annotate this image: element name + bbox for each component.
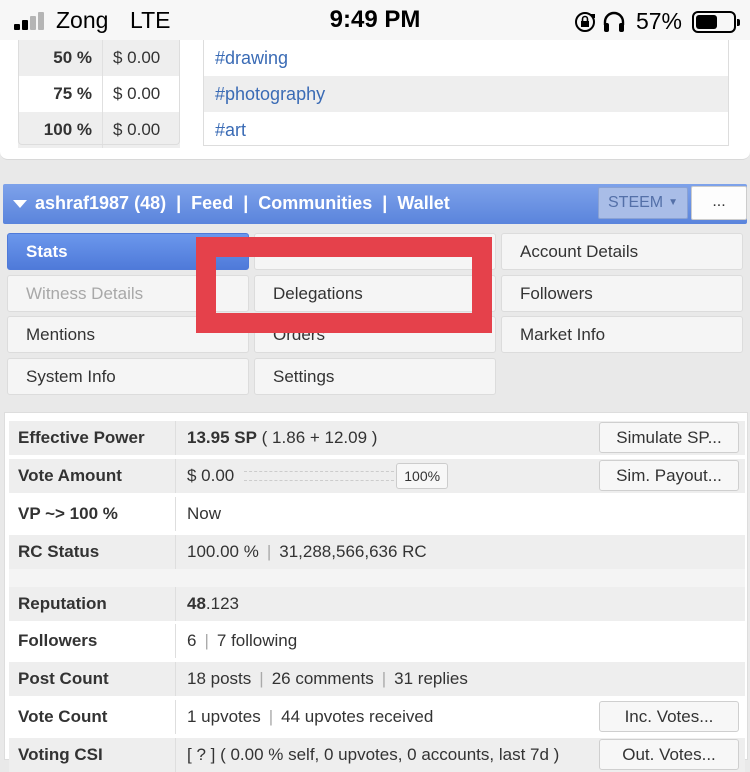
posts-count: 18 posts xyxy=(187,669,252,688)
payout-value: $ 0.00 xyxy=(102,76,160,112)
table-row: Reputation 48 .123 xyxy=(9,587,745,621)
select-arrow-icon: ▼ xyxy=(668,197,678,208)
following-count: 7 following xyxy=(216,631,298,650)
replies-count: 31 replies xyxy=(394,669,468,688)
currency-select[interactable]: STEEM ▼ xyxy=(598,187,688,219)
effective-power-detail: ( 1.86 + 12.09 ) xyxy=(256,428,378,447)
upvotes-count: 1 upvotes xyxy=(187,707,261,726)
rotation-lock-icon xyxy=(574,11,595,32)
payout-percent: 100 % xyxy=(43,120,92,139)
currency-select-value: STEEM xyxy=(608,194,664,211)
incoming-votes-button[interactable]: Inc. Votes... xyxy=(599,701,739,732)
rc-amount: 31,288,566,636 RC xyxy=(279,542,427,561)
tab-system-info[interactable]: System Info xyxy=(7,358,249,395)
sim-payout-button[interactable]: Sim. Payout... xyxy=(599,460,739,491)
simulate-sp-button[interactable]: Simulate SP... xyxy=(599,422,739,453)
payout-percent: 50 % xyxy=(53,48,92,67)
payout-row: 75 % $ 0.00 xyxy=(18,76,180,112)
table-row: Effective Power 13.95 SP ( 1.86 + 12.09 … xyxy=(9,421,745,455)
value-separator: | xyxy=(268,707,274,726)
row-label: Reputation xyxy=(9,587,176,621)
account-name-link[interactable]: ashraf1987 (48) xyxy=(35,193,166,214)
more-button[interactable]: ... xyxy=(691,186,747,220)
rc-percent: 100.00 % xyxy=(187,542,259,561)
tag-link-drawing[interactable]: #drawing xyxy=(204,40,728,76)
value-separator: | xyxy=(381,669,387,688)
nav-link-communities[interactable]: Communities xyxy=(258,193,372,214)
payout-row: 50 % $ 0.00 xyxy=(18,40,180,76)
nav-link-feed[interactable]: Feed xyxy=(191,193,233,214)
row-label: Vote Count xyxy=(9,700,176,734)
stats-table: Effective Power 13.95 SP ( 1.86 + 12.09 … xyxy=(4,412,748,772)
value-separator: | xyxy=(266,542,272,561)
row-label: Effective Power xyxy=(9,421,176,455)
tag-link-art[interactable]: #art xyxy=(204,112,728,148)
tab-market-info[interactable]: Market Info xyxy=(501,316,743,353)
table-row: RC Status 100.00 % | 31,288,566,636 RC xyxy=(9,535,745,569)
tag-list: #drawing #photography #art xyxy=(203,40,729,146)
caret-down-icon[interactable] xyxy=(13,200,27,208)
row-label: Voting CSI xyxy=(9,738,176,772)
table-row: Voting CSI [ ? ] ( 0.00 % self, 0 upvote… xyxy=(9,738,745,772)
followers-count: 6 xyxy=(187,631,197,650)
reputation-main: 48 xyxy=(187,594,206,613)
nav-link-wallet[interactable]: Wallet xyxy=(397,193,449,214)
row-label: Post Count xyxy=(9,662,176,696)
value-separator: | xyxy=(259,669,264,688)
tab-followers[interactable]: Followers xyxy=(501,275,743,312)
table-row: VP ~> 100 % Now xyxy=(9,497,745,531)
table-row: Post Count 18 posts | 26 comments | 31 r… xyxy=(9,662,745,696)
post-summary-card: 50 % $ 0.00 75 % $ 0.00 100 % $ 0.00 #dr… xyxy=(0,40,750,160)
vote-weight-percent: 100% xyxy=(396,463,449,489)
table-spacer xyxy=(9,569,745,587)
table-row: Vote Amount $ 0.00 100% Sim. Payout... xyxy=(9,459,745,493)
headphones-icon xyxy=(603,11,625,32)
payout-row: 100 % $ 0.00 xyxy=(18,112,180,148)
row-label: Followers xyxy=(9,624,176,658)
vote-amount-value: $ 0.00 xyxy=(187,466,235,485)
comments-count: 26 comments xyxy=(271,669,374,688)
tab-account-details[interactable]: Account Details xyxy=(501,233,743,270)
effective-power-sp: 13.95 SP xyxy=(187,428,257,447)
tab-settings[interactable]: Settings xyxy=(254,358,496,395)
highlight-annotation-box xyxy=(196,237,492,333)
payout-value: $ 0.00 xyxy=(102,112,160,148)
account-nav-bar: ashraf1987 (48) | Feed | Communities | W… xyxy=(3,184,747,224)
battery-icon xyxy=(692,10,740,33)
status-bar: Zong LTE 9:49 PM 57% xyxy=(0,0,750,40)
reputation-decimal: .123 xyxy=(205,594,240,613)
payout-percent: 75 % xyxy=(53,84,92,103)
value-separator: | xyxy=(204,631,209,650)
upvotes-received: 44 upvotes received xyxy=(281,707,434,726)
vp-value: Now xyxy=(187,504,222,523)
payout-table: 50 % $ 0.00 75 % $ 0.00 100 % $ 0.00 xyxy=(18,40,180,148)
row-label: Vote Amount xyxy=(9,459,176,493)
payout-value: $ 0.00 xyxy=(102,40,160,76)
tag-link-photography[interactable]: #photography xyxy=(204,76,728,112)
battery-percentage: 57% xyxy=(635,8,682,34)
vote-weight-slider[interactable] xyxy=(244,471,395,481)
table-row: Vote Count 1 upvotes | 44 upvotes receiv… xyxy=(9,700,745,734)
row-label: RC Status xyxy=(9,535,176,569)
outgoing-votes-button[interactable]: Out. Votes... xyxy=(599,739,739,770)
row-label: VP ~> 100 % xyxy=(9,497,176,531)
table-row: Followers 6 | 7 following xyxy=(9,624,745,658)
